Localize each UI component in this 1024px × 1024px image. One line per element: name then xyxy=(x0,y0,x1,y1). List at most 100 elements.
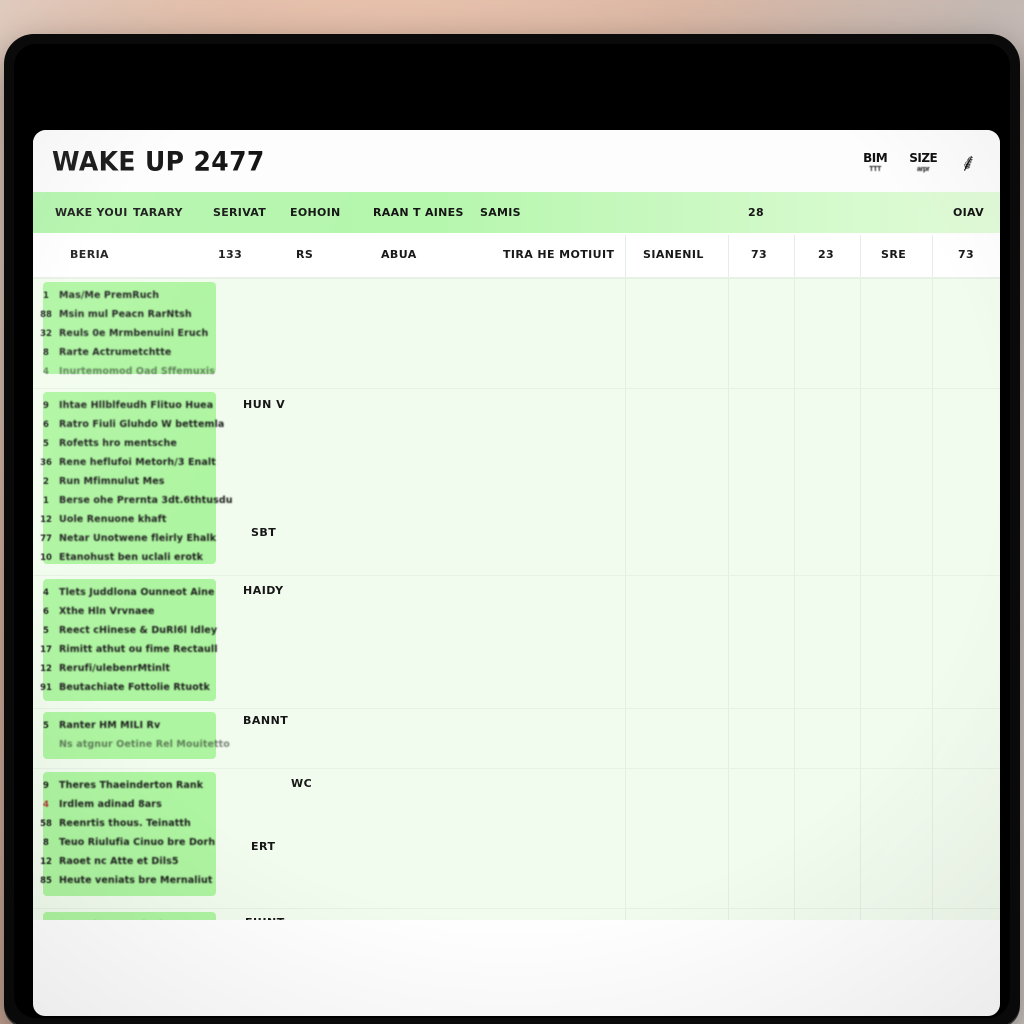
row-index: 6 xyxy=(43,419,49,430)
nav-item-6[interactable]: 28 xyxy=(748,206,764,219)
table-row[interactable]: 8Rue Wlo Wranelunlo xyxy=(33,916,169,920)
table-row[interactable]: 36 Rene heflufoi Metorh/3 Enalt xyxy=(33,453,216,472)
column-header-1[interactable]: 133 xyxy=(218,248,242,261)
row-label: Irdlem adinad 8ars xyxy=(59,799,162,810)
table-row[interactable]: 8 Rarte Actrumetchtte xyxy=(33,343,171,362)
column-header-5[interactable]: SIANENIL xyxy=(643,248,704,261)
leaf-icon[interactable]: ⸙ xyxy=(961,151,977,175)
row-index: 12 xyxy=(40,856,52,867)
row-index: 77 xyxy=(40,533,52,544)
row-label: Run Mfimnulut Mes xyxy=(59,476,165,487)
table-row[interactable]: 5 Rofetts hro mentsche xyxy=(33,434,177,453)
row-label: Msin mul Peacn RarNtsh xyxy=(59,309,192,320)
column-header-2[interactable]: RS xyxy=(296,248,313,261)
table-row[interactable]: 10 Etanohust ben uclali erotk xyxy=(33,548,203,567)
table-row[interactable]: 12 Uole Renuone khaft xyxy=(33,510,167,529)
stats-icon-glyph: BIM xyxy=(863,150,888,165)
table-row[interactable]: 8 Teuo Riulufia Cinuo bre Dorh xyxy=(33,833,215,852)
table-row[interactable]: 2 Run Mfimnulut Mes xyxy=(33,472,165,491)
table-row[interactable]: 4 Irdlem adinad 8ars xyxy=(33,795,162,814)
group-separator xyxy=(33,908,1000,909)
nav-item-4[interactable]: RAAN T AINES xyxy=(373,206,464,219)
table-row[interactable]: 1 Berse ohe Prernta 3dt.6thtusdu xyxy=(33,491,233,510)
row-index: 10 xyxy=(40,552,52,563)
table-row[interactable]: 4 Tlets Juddlona Ounneot Aine xyxy=(33,583,215,602)
table-row[interactable]: 5 Ranter HM MILI Rv xyxy=(33,716,160,735)
cell-value[interactable]: EIUNT xyxy=(245,916,285,920)
table-row[interactable]: 88 Msin mul Peacn RarNtsh xyxy=(33,305,192,324)
header-divider-2 xyxy=(794,235,795,277)
table-row[interactable]: 77 Netar Unotwene fleirly Ehalk xyxy=(33,529,216,548)
grid-column-rule-2 xyxy=(794,278,795,920)
row-group: 1 Mas/Me PremRuch 88 Msin mul Peacn RarNtsh… xyxy=(33,278,1000,377)
nav-item-5[interactable]: SAMIS xyxy=(480,206,521,219)
table-row[interactable]: Ns atgnur Oetine Rel Mouitetto xyxy=(33,735,230,754)
column-header-0[interactable]: BERIA xyxy=(70,248,109,261)
table-row[interactable]: 6 Ratro Fiuli Gluhdo W bettemla xyxy=(33,415,224,434)
row-label: Tlets Juddlona Ounneot Aine xyxy=(59,587,215,598)
group-separator xyxy=(33,278,1000,279)
table-row[interactable]: 12 Rerufi/ulebenrMtinlt xyxy=(33,659,170,678)
data-grid[interactable]: 1 Mas/Me PremRuch 88 Msin mul Peacn RarNtsh… xyxy=(33,278,1000,920)
table-row[interactable]: 1 Mas/Me PremRuch xyxy=(33,286,159,305)
nav-bar: WAKE YOUI TARARY SERIVAT EOHOIN RAAN T AINES… xyxy=(33,192,1000,233)
row-index: 1 xyxy=(43,495,49,506)
cell-value[interactable]: ERT xyxy=(251,840,276,853)
table-row[interactable]: 17 Rimitt athut ou fime Rectaull xyxy=(33,640,218,659)
nav-item-2[interactable]: SERIVAT xyxy=(213,206,266,219)
table-row[interactable]: 9 Theres Thaeinderton Rank xyxy=(33,776,203,795)
row-label: Ranter HM MILI Rv xyxy=(59,720,161,731)
row-label: Mas/Me PremRuch xyxy=(59,290,160,301)
grid-column-rule-3 xyxy=(860,278,861,920)
column-header-3[interactable]: ABUA xyxy=(381,248,417,261)
cell-value[interactable]: WC xyxy=(291,777,312,790)
row-index: 2 xyxy=(43,476,49,487)
nav-item-0[interactable]: WAKE YOUI xyxy=(55,206,128,219)
column-header-6[interactable]: 73 xyxy=(751,248,767,261)
row-index: 12 xyxy=(40,663,52,674)
nav-item-7[interactable]: OIAV xyxy=(953,206,984,219)
nav-item-1[interactable]: TARARY xyxy=(133,206,183,219)
table-row[interactable]: 58 Reenrtis thous. Teinatth xyxy=(33,814,191,833)
column-header-9[interactable]: 73 xyxy=(958,248,974,261)
row-label: Xthe Hln Vrvnaee xyxy=(59,606,155,617)
stats-icon[interactable]: BIM TTT xyxy=(863,150,888,173)
page-title: WAKE UP 2477 xyxy=(52,145,265,177)
row-index: 5 xyxy=(43,438,49,449)
cell-value[interactable]: HAIDY xyxy=(243,584,284,597)
row-index: 32 xyxy=(40,328,52,339)
group-separator xyxy=(33,768,1000,769)
header-divider-0 xyxy=(625,235,626,277)
table-row[interactable]: 32 Reuls 0e Mrmbenuini Eruch xyxy=(33,324,208,343)
table-row[interactable]: 12 Raoet nc Atte et Dils5 xyxy=(33,852,179,871)
row-index: 8 xyxy=(43,837,49,848)
table-row[interactable]: 9 Ihtae Hllblfeudh Flituo Huea xyxy=(33,396,213,415)
row-group: 4 Tlets Juddlona Ounneot Aine 6 Xthe Hln Vr… xyxy=(33,575,1000,703)
group-separator xyxy=(33,708,1000,709)
group-separator xyxy=(33,388,1000,389)
header-divider-3 xyxy=(860,235,861,277)
column-header-7[interactable]: 23 xyxy=(818,248,834,261)
row-index: 9 xyxy=(43,780,49,791)
row-index: 4 xyxy=(43,587,49,598)
cell-value[interactable]: SBT xyxy=(251,526,276,539)
table-row[interactable]: 4 Inurtemomod Oad Sffemuxis xyxy=(33,362,215,381)
row-group: 8Rue Wlo Wranelunlo5Hno Inntotromdi/Hi/W… xyxy=(33,908,1000,920)
cell-value[interactable]: BANNT xyxy=(243,714,288,727)
filter-icon[interactable]: SIZE arpr xyxy=(909,152,938,173)
column-header-8[interactable]: SRE xyxy=(881,248,906,261)
table-row[interactable]: 6 Xthe Hln Vrvnaee xyxy=(33,602,155,621)
row-label: Reenrtis thous. Teinatth xyxy=(59,818,191,829)
cell-value[interactable]: HUN V xyxy=(243,398,285,411)
row-label: Teuo Riulufia Cinuo bre Dorh xyxy=(59,837,216,848)
row-label: Reect cHinese & DuRl6l Idley xyxy=(59,625,218,636)
header-divider-4 xyxy=(932,235,933,277)
row-label: Ns atgnur Oetine Rel Mouitetto xyxy=(59,739,230,750)
table-row[interactable]: 85 Heute veniats bre Mernaliut xyxy=(33,871,213,890)
nav-item-3[interactable]: EOHOIN xyxy=(290,206,341,219)
column-header-4[interactable]: TIRA HE MOTIUIT xyxy=(503,248,614,261)
table-row[interactable]: 5 Reect cHinese & DuRl6l Idley xyxy=(33,621,217,640)
row-index: 17 xyxy=(40,644,52,655)
row-index: 58 xyxy=(40,818,52,829)
table-row[interactable]: 91 Beutachiate Fottolie Rtuotk xyxy=(33,678,210,697)
